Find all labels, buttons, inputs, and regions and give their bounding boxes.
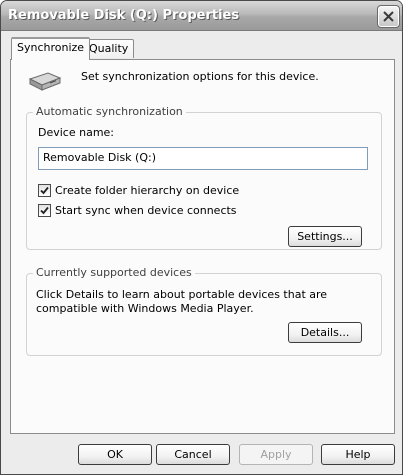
device-name-input[interactable]: Removable Disk (Q:) <box>38 147 368 170</box>
properties-dialog: Removable Disk (Q:) Properties Synchroni… <box>0 0 403 475</box>
apply-button[interactable]: Apply <box>239 444 313 465</box>
supported-devices-text: Click Details to learn about portable de… <box>36 288 328 315</box>
cancel-button[interactable]: Cancel <box>156 444 230 465</box>
details-button[interactable]: Details... <box>288 322 362 343</box>
supported-devices-group: Currently supported devices Click Detail… <box>26 266 382 356</box>
tab-quality[interactable]: Quality <box>83 39 135 58</box>
help-button[interactable]: Help <box>321 444 395 465</box>
start-sync-checkbox[interactable] <box>38 204 51 217</box>
supported-devices-legend: Currently supported devices <box>33 266 195 279</box>
removable-disk-icon <box>28 72 62 91</box>
automatic-sync-legend: Automatic synchronization <box>33 105 186 118</box>
start-sync-label: Start sync when device connects <box>55 204 237 217</box>
window-title: Removable Disk (Q:) Properties <box>8 8 240 23</box>
intro-text: Set synchronization options for this dev… <box>81 70 319 83</box>
tab-synchronize[interactable]: Synchronize <box>11 37 91 60</box>
tab-synchronize-label: Synchronize <box>17 41 85 54</box>
ok-button[interactable]: OK <box>78 444 152 465</box>
checkmark-icon <box>40 186 49 195</box>
title-bar[interactable]: Removable Disk (Q:) Properties <box>1 1 402 31</box>
settings-button[interactable]: Settings... <box>288 226 362 247</box>
checkmark-icon <box>40 206 49 215</box>
create-folder-hierarchy-label: Create folder hierarchy on device <box>55 184 240 197</box>
device-name-label: Device name: <box>38 126 115 139</box>
automatic-sync-group: Automatic synchronization Device name: R… <box>26 105 382 250</box>
tab-quality-label: Quality <box>89 42 129 55</box>
close-button[interactable] <box>377 5 400 28</box>
create-folder-hierarchy-checkbox[interactable] <box>38 184 51 197</box>
close-icon <box>383 11 394 22</box>
synchronize-tab-panel: Set synchronization options for this dev… <box>10 59 395 434</box>
